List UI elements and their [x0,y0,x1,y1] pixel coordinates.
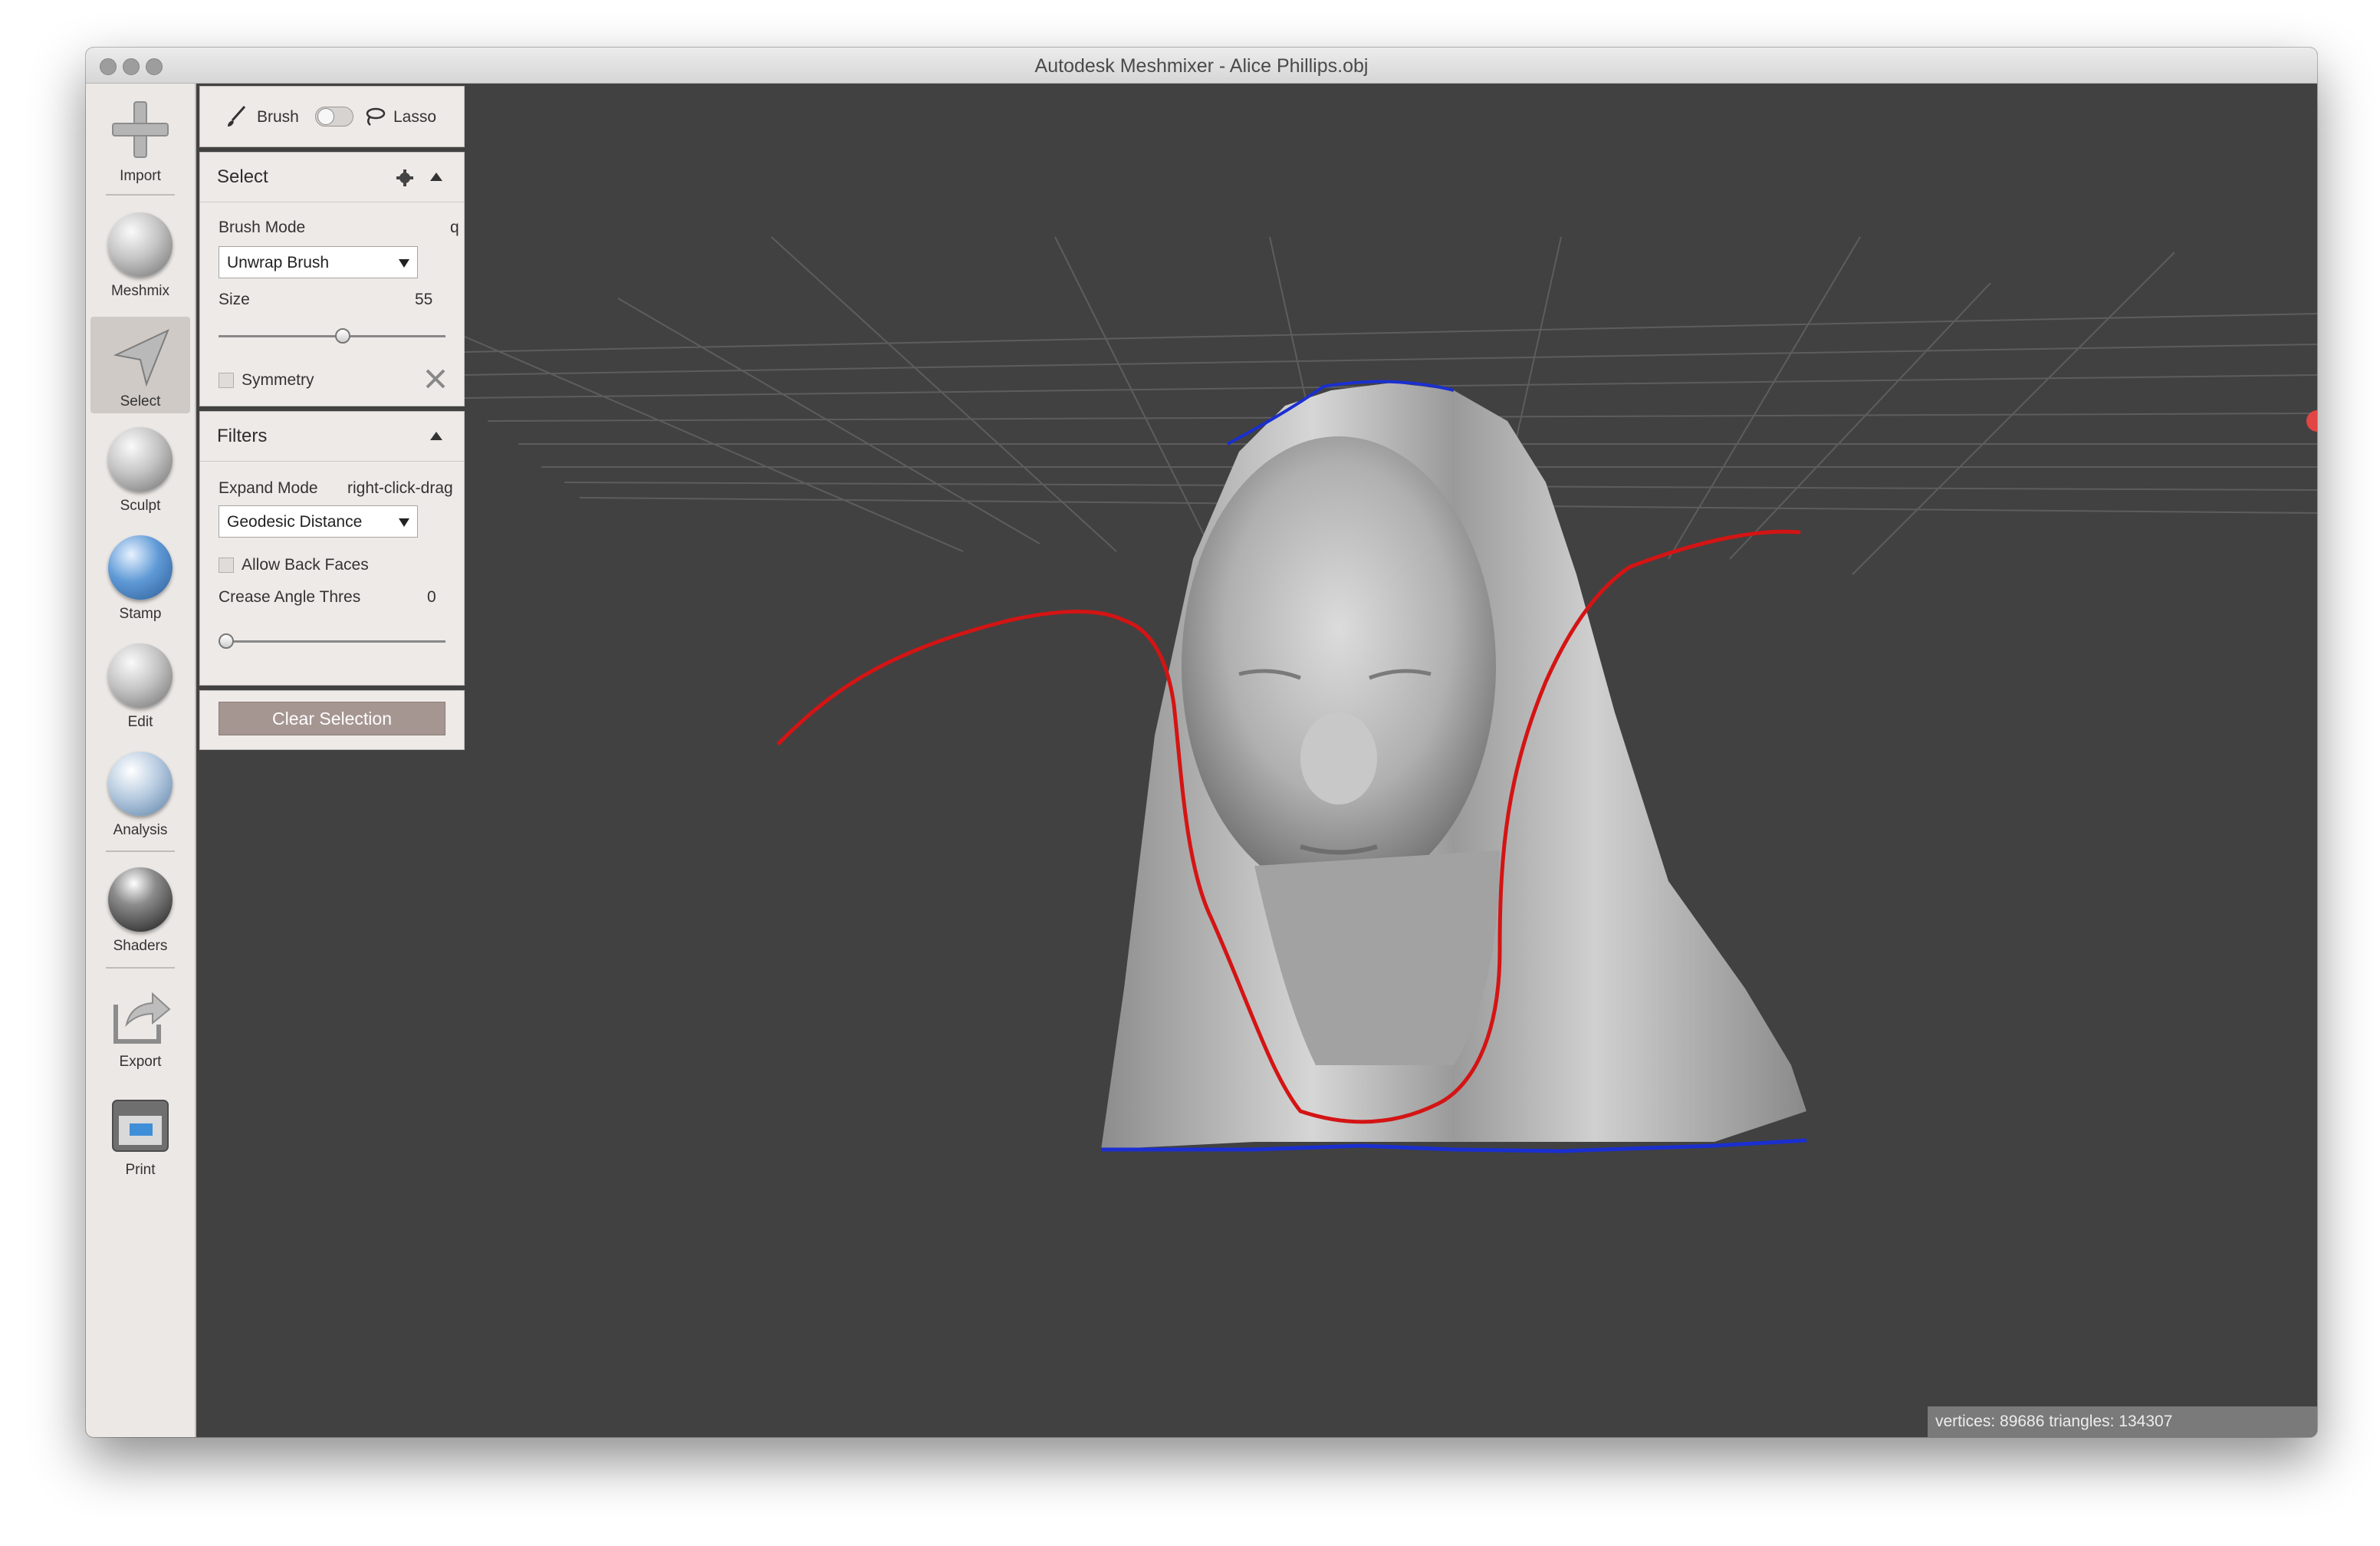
clear-selection-button[interactable]: Clear Selection [219,702,445,735]
lasso-icon [366,107,386,126]
analysis-icon [108,752,173,816]
crease-angle-label: Crease Angle Thres [219,588,361,606]
select-arrow-icon [113,329,169,387]
app-window: Autodesk Meshmixer - Alice Phillips.obj [86,48,2317,1437]
3d-viewport[interactable]: vertices: 89686 triangles: 134307 [196,84,2317,1437]
toolbar-item-sculpt[interactable]: Sculpt [90,421,190,519]
toolbar-item-shaders[interactable]: Shaders [90,861,190,959]
expand-mode-value: Geodesic Distance [227,513,363,531]
toolbar-item-export[interactable]: Export [90,977,190,1075]
toolbar-label-export: Export [119,1054,162,1070]
filters-panel-title: Filters [217,426,268,446]
crease-slider-track[interactable] [219,640,445,643]
toolbar-item-stamp[interactable]: Stamp [90,529,190,627]
expand-mode-hint: right-click-drag [347,479,453,497]
crease-slider-knob[interactable] [219,633,234,649]
title-bar: Autodesk Meshmixer - Alice Phillips.obj [86,48,2317,84]
brush-label[interactable]: Brush [257,108,299,127]
tool-sidebar: Import Meshmix Select Sculpt Stamp Edit … [86,84,196,1437]
toolbar-divider [106,967,175,969]
select-panel: Select Brush Mode q Unwrap Brush Size 55… [199,152,465,406]
filters-panel: Filters Expand Mode right-click-drag Geo… [199,411,465,686]
symmetry-checkbox[interactable] [219,373,234,388]
crease-angle-value: 0 [427,588,436,606]
toolbar-label-analysis: Analysis [113,822,168,838]
brush-mode-hotkey: q [450,219,459,236]
shaders-icon [108,867,173,932]
status-bar: vertices: 89686 triangles: 134307 [1928,1406,2317,1437]
select-panel-title: Select [217,166,268,187]
toolbar-label-import: Import [120,168,161,184]
toolbar-label-select: Select [120,393,161,410]
size-value: 55 [415,291,433,308]
filters-panel-header[interactable]: Filters [200,412,464,462]
plus-icon [112,101,169,158]
edit-icon [108,643,173,708]
toolbar-label-print: Print [125,1162,156,1178]
size-label: Size [219,291,250,308]
brush-mode-dropdown[interactable]: Unwrap Brush [219,246,418,278]
toolbar-label-shaders: Shaders [113,938,168,954]
stamp-icon [108,535,173,600]
toolbar-item-meshmix[interactable]: Meshmix [90,206,190,304]
select-panel-header[interactable]: Select [200,153,464,202]
symmetry-label: Symmetry [242,371,314,389]
print-icon [112,1100,169,1152]
brush-icon [228,106,246,127]
chevron-down-icon [399,259,409,268]
gear-icon[interactable] [396,169,413,186]
allow-back-faces-label: Allow Back Faces [242,556,369,574]
toolbar-item-select[interactable]: Select [90,317,190,413]
brush-mode-label: Brush Mode [219,219,306,236]
collapse-select-icon[interactable] [430,173,442,181]
size-slider-knob[interactable] [334,328,350,344]
toolbar-label-stamp: Stamp [119,606,162,622]
toolbar-item-edit[interactable]: Edit [90,637,190,735]
toolbar-item-analysis[interactable]: Analysis [90,745,190,844]
export-icon [113,992,171,1044]
toolbar-label-meshmix: Meshmix [110,283,169,299]
expand-mode-dropdown[interactable]: Geodesic Distance [219,505,418,538]
brush-lasso-toggle[interactable] [315,107,353,127]
sculpt-brush-icon [108,427,173,492]
toolbar-label-sculpt: Sculpt [120,498,161,514]
chevron-down-icon [399,518,409,527]
meshmix-sphere-icon [108,212,173,277]
toolbar-item-print[interactable]: Print [90,1085,190,1183]
toolbar-item-import[interactable]: Import [90,91,190,189]
brush-lasso-panel: Brush Lasso [199,86,465,147]
window-title: Autodesk Meshmixer - Alice Phillips.obj [1034,55,1369,77]
toggle-knob [317,108,334,125]
nose-shape [1300,712,1377,804]
symmetry-tool-icon[interactable] [424,367,447,390]
toolbar-divider [106,194,175,196]
size-slider-track[interactable] [219,335,445,337]
toolbar-label-edit: Edit [127,714,153,730]
allow-back-faces-checkbox[interactable] [219,558,234,573]
brush-mode-value: Unwrap Brush [227,254,330,271]
toolbar-divider [106,850,175,852]
lasso-label[interactable]: Lasso [393,108,436,127]
face-mesh [1182,436,1496,896]
expand-mode-label: Expand Mode [219,479,318,497]
actions-panel: Clear Selection [199,690,465,750]
collapse-filters-icon[interactable] [430,432,442,440]
